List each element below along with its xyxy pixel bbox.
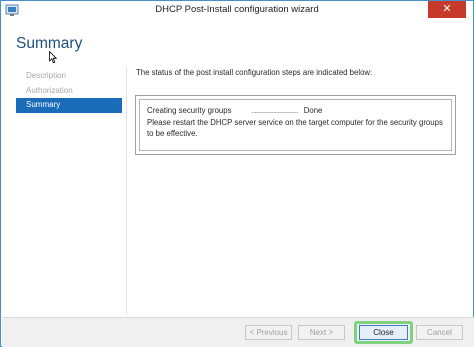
close-button[interactable]: Close [359, 325, 408, 340]
title-bar[interactable]: DHCP Post-Install configuration wizard ✕ [1, 1, 473, 19]
status-result: Done [303, 106, 323, 115]
intro-text: The status of the post install configura… [136, 68, 373, 77]
next-button[interactable]: Next > [298, 325, 345, 340]
wizard-steps-nav: Description Authorization Summary [16, 69, 122, 113]
step-authorization: Authorization [26, 85, 73, 95]
window-title: DHCP Post-Install configuration wizard [155, 4, 319, 15]
nav-divider [126, 67, 127, 315]
wizard-window: DHCP Post-Install configuration wizard ✕… [0, 0, 474, 347]
step-description: Description [26, 71, 67, 80]
mouse-pointer-icon [49, 50, 58, 64]
status-line: Creating security groups................… [147, 106, 322, 115]
status-task: Creating security groups [147, 106, 232, 115]
previous-button[interactable]: < Previous [245, 325, 292, 340]
step-summary[interactable]: Summary [16, 98, 122, 113]
restart-message: Please restart the DHCP server service o… [147, 118, 443, 138]
status-panel-inner: Creating security groups................… [139, 99, 452, 151]
button-bar: < Previous Next > Close Cancel [2, 317, 474, 347]
window-close-button[interactable]: ✕ [428, 1, 466, 18]
cancel-button[interactable]: Cancel [416, 325, 463, 340]
status-dots: ................................ [251, 108, 299, 115]
status-panel: Creating security groups................… [135, 95, 456, 155]
